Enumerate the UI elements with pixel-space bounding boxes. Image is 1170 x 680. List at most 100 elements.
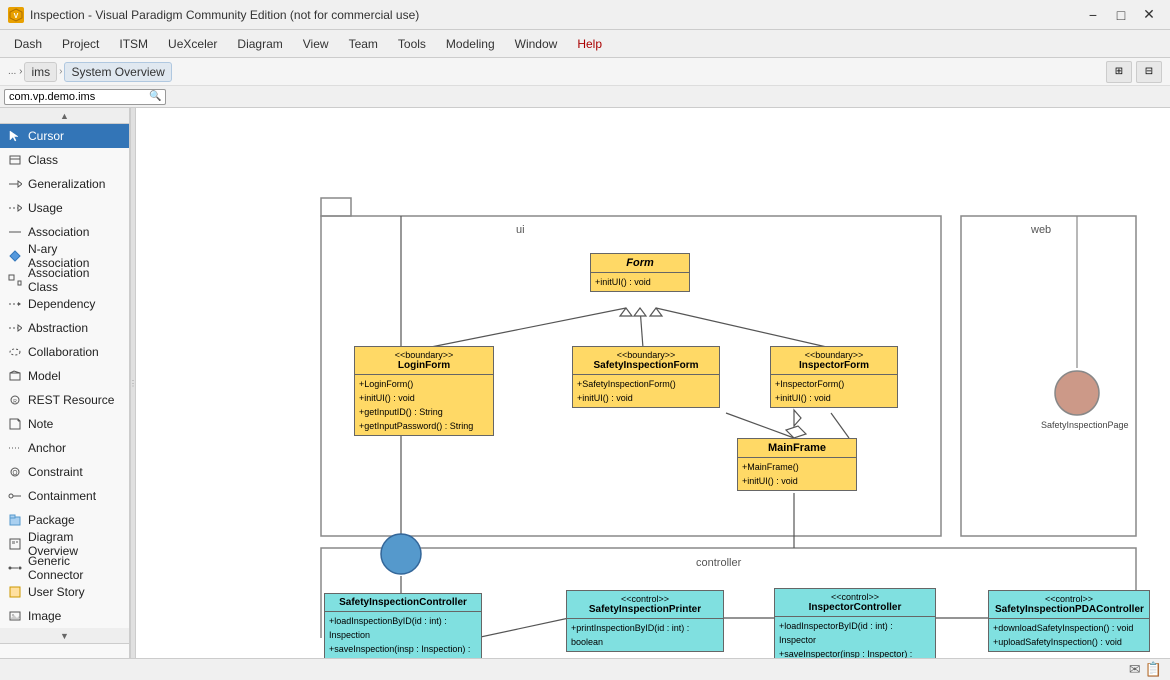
sidebar-item-assoc-class[interactable]: Association Class [0,268,129,292]
svg-text:SafetyInspectionPage: SafetyInspectionPage [1041,420,1129,430]
sidebar-item-association[interactable]: Association [0,220,129,244]
sip-stereotype: <<control>> [573,594,717,604]
sif-stereotype: <<boundary>> [579,350,713,360]
uml-class-form[interactable]: Form +initUI() : void [590,253,690,292]
maximize-button[interactable]: □ [1108,5,1134,25]
sipda-m1: +downloadSafetyInspection() : void [993,621,1145,635]
mail-icon[interactable]: ✉ [1129,661,1141,678]
sidebar-label-cursor: Cursor [28,129,64,143]
svg-text:V: V [14,13,19,20]
userstory-icon [8,585,22,599]
sidebar-item-diagram-overview[interactable]: Diagram Overview [0,532,129,556]
sipda-name: SafetyInspectionPDAController [995,604,1143,615]
sidebar-label-usage: Usage [28,201,63,215]
grid-icon[interactable]: ⊞ [1106,61,1132,83]
abstraction-icon [8,321,22,335]
sidebar-item-rest[interactable]: R REST Resource [0,388,129,412]
breadcrumb: ... › ims › System Overview [8,62,172,82]
sidebar-label-generalization: Generalization [28,177,105,191]
ic-m1: +loadInspectorByID(id : int) : Inspector [779,619,931,647]
menu-diagram[interactable]: Diagram [227,33,292,55]
collaboration-icon [8,345,22,359]
sidebar-item-usage[interactable]: Usage [0,196,129,220]
breadcrumb-current[interactable]: System Overview [64,62,171,82]
sidebar-item-userstory[interactable]: User Story [0,580,129,604]
status-icons: ✉ 📋 [1129,661,1162,678]
nary-icon [8,249,22,263]
svg-text:web: web [1030,224,1051,236]
svg-text:Ω: Ω [12,470,17,477]
sidebar-item-cursor[interactable]: Cursor [0,124,129,148]
sidebar-item-abstraction[interactable]: Abstraction [0,316,129,340]
breadcrumb-icons: ⊞ ⊟ [1106,61,1162,83]
search-icon: 🔍 [149,91,161,102]
menu-uexceler[interactable]: UeXceler [158,33,227,55]
breadcrumb-project[interactable]: ims [24,62,57,82]
mf-m2: +initUI() : void [742,474,852,488]
menu-view[interactable]: View [293,33,339,55]
sidebar-item-package[interactable]: Package [0,508,129,532]
usage-icon [8,201,22,215]
class-icon [8,153,22,167]
sidebar-item-collaboration[interactable]: Collaboration [0,340,129,364]
breadcrumb-chevron: › [59,66,62,77]
close-button[interactable]: ✕ [1136,5,1162,25]
panel-icon[interactable]: ⊟ [1136,61,1162,83]
uml-class-safetyinspectionform[interactable]: <<boundary>> SafetyInspectionForm +Safet… [572,346,720,408]
sidebar-item-constraint[interactable]: Ω Constraint [0,460,129,484]
menu-help[interactable]: Help [567,33,612,55]
uml-class-loginform[interactable]: <<boundary>> LoginForm +LoginForm() +ini… [354,346,494,436]
sidebar-item-image[interactable]: Image [0,604,129,628]
breadcrumb-nav-arrow[interactable]: ... › [8,66,22,77]
sidebar-label-package: Package [28,513,75,527]
uml-class-sipda[interactable]: <<control>> SafetyInspectionPDAControlle… [988,590,1150,652]
sic-name: SafetyInspectionController [331,597,475,608]
sidebar-label-rest: REST Resource [28,393,114,407]
sidebar-label-anchor: Anchor [28,441,66,455]
sif-m2: +initUI() : void [577,391,715,405]
menu-project[interactable]: Project [52,33,109,55]
menu-window[interactable]: Window [505,33,568,55]
ic-m2: +saveInspector(insp : Inspector) : void [779,647,931,658]
sidebar-item-dependency[interactable]: Dependency [0,292,129,316]
anchor-icon [8,441,22,455]
main-layout: ▲ Cursor Class Generalization [0,108,1170,658]
image-icon [8,609,22,623]
clipboard-icon[interactable]: 📋 [1145,661,1162,678]
title-bar: V Inspection - Visual Paradigm Community… [0,0,1170,30]
search-input[interactable] [9,91,149,103]
sidebar-label-model: Model [28,369,61,383]
uml-class-inspectorform[interactable]: <<boundary>> InspectorForm +InspectorFor… [770,346,898,408]
uml-class-mainframe[interactable]: MainFrame +MainFrame() +initUI() : void [737,438,857,491]
uml-class-sip[interactable]: <<control>> SafetyInspectionPrinter +pri… [566,590,724,652]
diagram-canvas[interactable]: ui web controller [136,108,1170,658]
menu-itsm[interactable]: ITSM [109,33,158,55]
sidebar-label-image: Image [28,609,61,623]
sidebar-item-generic[interactable]: Generic Connector [0,556,129,580]
uml-class-ic[interactable]: <<control>> InspectorController +loadIns… [774,588,936,658]
sidebar-item-note[interactable]: Note [0,412,129,436]
sidebar-item-nary[interactable]: N-ary Association [0,244,129,268]
minimize-button[interactable]: − [1080,5,1106,25]
sidebar-item-generalization[interactable]: Generalization [0,172,129,196]
menu-dash[interactable]: Dash [4,33,52,55]
cursor-icon [8,129,22,143]
sip-m1: +printInspectionByID(id : int) : boolean [571,621,719,649]
sidebar-item-class[interactable]: Class [0,148,129,172]
sic-m1: +loadInspectionByID(id : int) : Inspecti… [329,614,477,642]
menu-team[interactable]: Team [339,33,388,55]
ic-name: InspectorController [781,602,929,613]
sidebar-item-model[interactable]: Model [0,364,129,388]
sidebar-item-containment[interactable]: Containment [0,484,129,508]
menu-tools[interactable]: Tools [388,33,436,55]
sidebar-label-class: Class [28,153,58,167]
sidebar-scroll-down[interactable]: ▼ [0,628,129,644]
assoc-class-icon [8,273,22,287]
menu-modeling[interactable]: Modeling [436,33,505,55]
sidebar-scroll-up[interactable]: ▲ [0,108,129,124]
sip-name: SafetyInspectionPrinter [573,604,717,615]
sif-name: SafetyInspectionForm [579,360,713,371]
sidebar-item-anchor[interactable]: Anchor [0,436,129,460]
loginform-m3: +getInputID() : String [359,405,489,419]
uml-class-sic[interactable]: SafetyInspectionController +loadInspecti… [324,593,482,658]
